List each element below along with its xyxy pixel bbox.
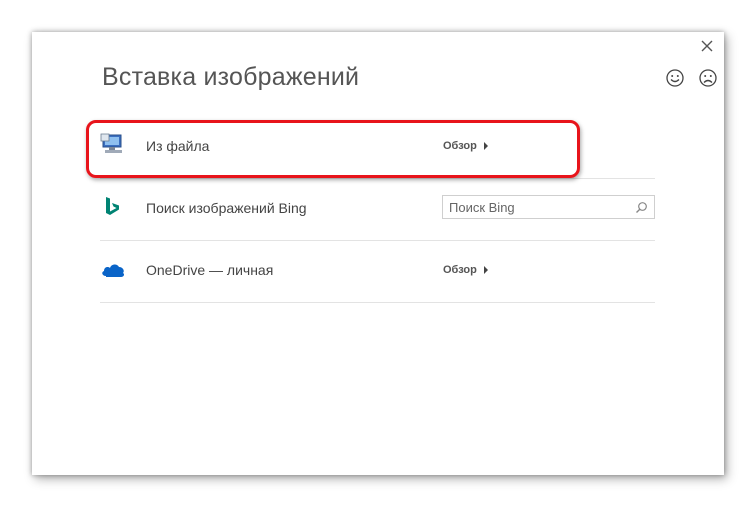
- close-button[interactable]: [697, 36, 717, 56]
- browse-label: Обзор: [443, 264, 477, 276]
- frown-feedback-button[interactable]: [698, 68, 718, 88]
- bing-search-box: [442, 195, 655, 219]
- source-row-bing: Поиск изображений Bing: [100, 178, 655, 241]
- browse-button[interactable]: Обзор: [443, 261, 488, 279]
- source-row-from-file[interactable]: Из файла Обзор: [100, 116, 655, 179]
- chevron-right-icon: [483, 266, 488, 274]
- chevron-right-icon: [483, 142, 488, 150]
- computer-icon: [100, 132, 126, 161]
- insert-pictures-dialog: Вставка изображений Из файла Обзор Поиск…: [32, 32, 724, 475]
- smile-icon: [666, 69, 684, 87]
- close-icon: [701, 40, 713, 52]
- browse-button[interactable]: Обзор: [443, 137, 488, 155]
- bing-icon: [104, 196, 122, 223]
- smile-feedback-button[interactable]: [665, 68, 685, 88]
- search-icon[interactable]: [635, 201, 648, 214]
- source-row-onedrive[interactable]: OneDrive — личная Обзор: [100, 240, 655, 303]
- source-label: Из файла: [146, 138, 210, 154]
- source-label: OneDrive — личная: [146, 262, 274, 278]
- bing-search-input[interactable]: [449, 199, 629, 215]
- source-label: Поиск изображений Bing: [146, 200, 307, 216]
- dialog-title: Вставка изображений: [102, 63, 360, 91]
- browse-label: Обзор: [443, 140, 477, 152]
- onedrive-icon: [100, 262, 126, 283]
- frown-icon: [699, 69, 717, 87]
